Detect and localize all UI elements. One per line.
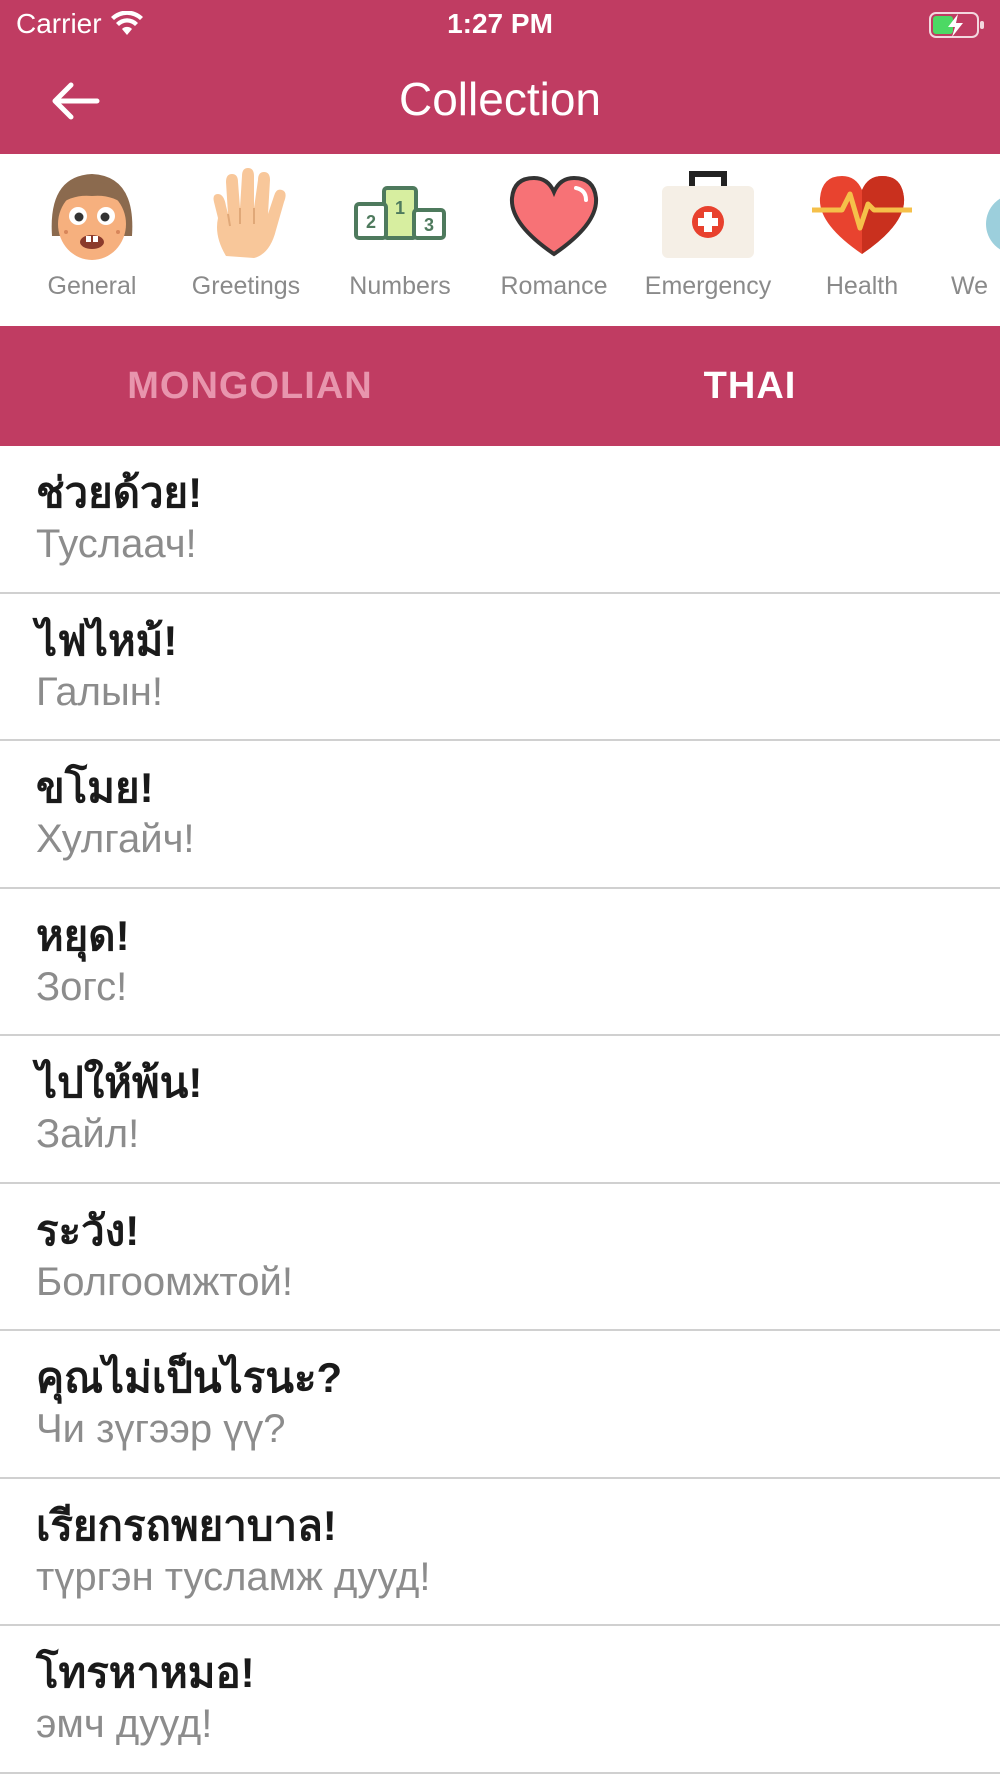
phrase-list: ช่วยด้วย! Туслаач! ไฟไหม้! Галын! ขโมย! … [0,446,1000,1774]
category-romance[interactable]: Romance [477,154,631,326]
phrase-thai: เรียกรถพยาบาล! [36,1501,337,1549]
category-label: Numbers [349,272,451,300]
category-label: Health [825,272,899,300]
category-label: Emergency [644,272,772,300]
phrase-mongolian: Хулгайч! [36,817,195,861]
phrase-thai: ไฟไหม้! [36,616,178,664]
battery-icon [929,12,984,38]
list-item[interactable]: หยุด! Зогс! [0,889,1000,1036]
status-time: 1:27 PM [447,8,553,39]
hand-icon [213,168,286,258]
phrase-mongolian: Болгоомжтой! [36,1259,293,1304]
phrase-mongolian: эмч дууд! [36,1702,213,1746]
list-item[interactable]: ขโมย! Хулгайч! [0,741,1000,889]
top-bar: Carrier 1:27 PM Collection [0,0,1000,154]
list-item[interactable]: โทรหาหมอ! эмч дууд! [0,1626,1000,1774]
svg-text:2: 2 [366,212,376,232]
category-label: Romance [500,272,608,300]
page-title: Collection [399,73,601,125]
category-health[interactable]: Health [785,154,939,326]
svg-text:3: 3 [424,215,434,235]
category-general[interactable]: General [15,154,169,326]
category-greetings[interactable]: Greetings [169,154,323,326]
phrase-thai: ระวัง! [36,1206,140,1254]
list-item[interactable]: ช่วยด้วย! Туслаач! [0,446,1000,594]
tab-thai[interactable]: THAI [500,326,1000,446]
category-label: Greetings [191,272,301,300]
phrase-thai: ไปให้พ้น! [36,1059,203,1106]
first-aid-kit-icon [662,171,754,258]
language-tabs: MONGOLIAN THAI [0,326,1000,446]
category-label: We [951,272,989,300]
list-item[interactable]: เรียกรถพยาบาล! түргэн тусламж дууд! [0,1479,1000,1626]
category-label: General [47,272,137,300]
face-icon [51,174,133,260]
phrase-mongolian: түргэн тусламж дууд! [36,1554,431,1599]
weather-icon [986,198,1000,250]
podium-icon: 1 2 3 [354,186,446,240]
svg-text:1: 1 [395,198,405,218]
phrase-mongolian: Чи зүгээр үү? [36,1407,286,1451]
phrase-thai: ขโมย! [36,764,154,811]
category-numbers[interactable]: 1 2 3 Numbers [323,154,477,326]
phrase-thai: โทรหาหมอ! [36,1649,255,1696]
app-screen: Carrier 1:27 PM Collection General Greet… [0,0,1000,1778]
list-item[interactable]: ไฟไหม้! Галын! [0,594,1000,741]
phrase-mongolian: Зогс! [36,964,128,1009]
category-emergency[interactable]: Emergency [631,154,785,326]
phrase-mongolian: Галын! [36,669,163,714]
category-strip[interactable]: General Greetings 1 2 3 Numbers Romance … [0,154,1000,326]
category-we[interactable]: We [939,154,1000,326]
phrase-mongolian: Туслаач! [36,522,197,566]
phrase-thai: หยุด! [36,911,130,959]
list-item[interactable]: คุณไม่เป็นไรนะ? Чи зүгээр үү? [0,1331,1000,1479]
list-item[interactable]: ระวัง! Болгоомжтой! [0,1184,1000,1331]
phrase-thai: คุณไม่เป็นไรนะ? [36,1354,343,1401]
phrase-mongolian: Зайл! [36,1112,140,1156]
heartbeat-icon [812,176,912,254]
phrase-thai: ช่วยด้วย! [36,469,203,516]
list-item[interactable]: ไปให้พ้น! Зайл! [0,1036,1000,1184]
heart-icon [509,175,599,257]
tab-mongolian[interactable]: MONGOLIAN [0,326,500,446]
